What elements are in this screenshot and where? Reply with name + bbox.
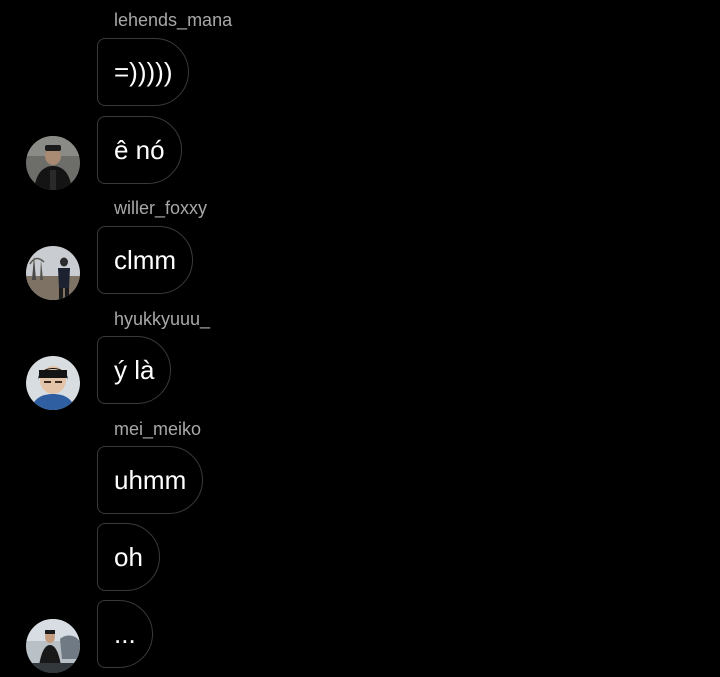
sender-avatar[interactable]	[26, 356, 80, 410]
message-bubble[interactable]: uhmm	[97, 446, 204, 514]
sender-username[interactable]: mei_meiko	[114, 418, 201, 440]
message-bubble[interactable]: =)))))	[97, 38, 190, 106]
sender-username[interactable]: lehends_mana	[114, 9, 232, 31]
sender-avatar[interactable]	[26, 136, 80, 190]
message-bubble[interactable]: ê nó	[97, 116, 182, 184]
profile-photo-icon	[26, 246, 80, 300]
sender-username[interactable]: hyukkyuuu_	[114, 308, 210, 330]
sender-username[interactable]: willer_foxxy	[114, 197, 207, 219]
message-bubble[interactable]: ý là	[97, 336, 172, 404]
sender-avatar[interactable]	[26, 619, 80, 673]
message-bubble[interactable]: oh	[97, 523, 160, 591]
profile-photo-icon	[26, 619, 80, 673]
profile-photo-icon	[26, 356, 80, 410]
message-bubble[interactable]: clmm	[97, 226, 194, 294]
sender-avatar[interactable]	[26, 246, 80, 300]
profile-photo-icon	[26, 136, 80, 190]
message-bubble[interactable]: ...	[97, 600, 153, 668]
